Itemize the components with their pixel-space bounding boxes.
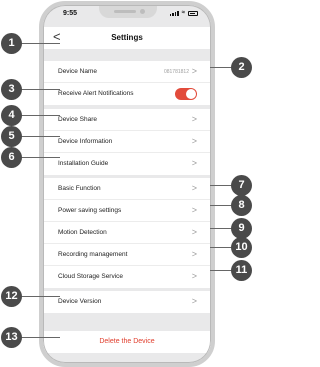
cloud-storage-label: Cloud Storage Service	[58, 273, 124, 280]
stage: 9:55 ≈ < Settings Device Name 081781812 …	[0, 0, 253, 367]
device-share-label: Device Share	[58, 116, 98, 123]
basic-function-label: Basic Function	[58, 185, 101, 192]
row-alert-notifications: Receive Alert Notifications	[43, 83, 211, 105]
status-time: 9:55	[63, 10, 78, 17]
toggle-knob	[186, 89, 196, 99]
callout-badge: 13	[1, 327, 22, 348]
callout-badge: 6	[1, 147, 22, 168]
chevron-right-icon: >	[191, 205, 197, 215]
row-basic-function[interactable]: Basic Function >	[43, 178, 211, 200]
leader-line	[20, 157, 60, 158]
chevron-right-icon: >	[191, 66, 197, 76]
callout-badge: 8	[231, 195, 252, 216]
status-bar: 9:55 ≈	[43, 5, 211, 25]
callout-badge: 5	[1, 126, 22, 147]
callout-badge: 3	[1, 79, 22, 100]
signal-icon	[169, 10, 179, 16]
group-delete: Delete the Device	[43, 331, 211, 353]
alert-label: Receive Alert Notifications	[58, 90, 134, 97]
leader-line	[20, 43, 60, 44]
callout-badge: 10	[231, 237, 252, 258]
motion-detection-label: Motion Detection	[58, 229, 107, 236]
delete-device-button[interactable]: Delete the Device	[43, 331, 211, 353]
group-device: Device Name 081781812 > Receive Alert No…	[43, 61, 211, 105]
callout-badge: 9	[231, 218, 252, 239]
row-motion-detection[interactable]: Motion Detection >	[43, 222, 211, 244]
phone-frame: 9:55 ≈ < Settings Device Name 081781812 …	[39, 1, 215, 367]
callout-badge: 11	[231, 260, 252, 281]
row-power-saving[interactable]: Power saving settings >	[43, 200, 211, 222]
leader-line	[20, 136, 60, 137]
chevron-right-icon: >	[191, 271, 197, 281]
leader-line	[20, 296, 60, 297]
leader-line	[20, 89, 60, 90]
device-name-label: Device Name	[58, 68, 98, 75]
group-version: Device Version >	[43, 291, 211, 313]
chevron-right-icon: >	[191, 227, 197, 237]
row-cloud-storage[interactable]: Cloud Storage Service >	[43, 266, 211, 288]
chevron-right-icon: >	[191, 183, 197, 193]
page-title: Settings	[111, 33, 143, 42]
callout-badge: 7	[231, 175, 252, 196]
chevron-right-icon: >	[191, 136, 197, 146]
device-information-label: Device Information	[58, 138, 113, 145]
row-recording-management[interactable]: Recording management >	[43, 244, 211, 266]
device-name-value: 081781812	[163, 69, 189, 75]
nav-bar: < Settings	[43, 27, 211, 49]
callout-badge: 12	[1, 286, 22, 307]
row-device-name[interactable]: Device Name 081781812 >	[43, 61, 211, 83]
installation-guide-label: Installation Guide	[58, 160, 109, 167]
chevron-right-icon: >	[191, 249, 197, 259]
callout-badge: 1	[1, 33, 22, 54]
row-installation-guide[interactable]: Installation Guide >	[43, 153, 211, 175]
group-general: Device Share > Device Information > Inst…	[43, 109, 211, 175]
callout-badge: 2	[231, 57, 252, 78]
wifi-icon: ≈	[181, 10, 185, 16]
callout-badge: 4	[1, 105, 22, 126]
leader-line	[20, 337, 60, 338]
status-icons: ≈	[169, 10, 198, 16]
leader-line	[20, 115, 60, 116]
alert-toggle[interactable]	[175, 88, 197, 100]
row-device-information[interactable]: Device Information >	[43, 131, 211, 153]
row-device-share[interactable]: Device Share >	[43, 109, 211, 131]
chevron-right-icon: >	[191, 114, 197, 124]
recording-management-label: Recording management	[58, 251, 128, 258]
device-version-label: Device Version	[58, 298, 102, 305]
chevron-right-icon: >	[191, 296, 197, 306]
battery-icon	[188, 10, 198, 16]
power-saving-label: Power saving settings	[58, 207, 122, 214]
row-device-version[interactable]: Device Version >	[43, 291, 211, 313]
chevron-right-icon: >	[191, 158, 197, 168]
group-functions: Basic Function > Power saving settings >…	[43, 178, 211, 288]
